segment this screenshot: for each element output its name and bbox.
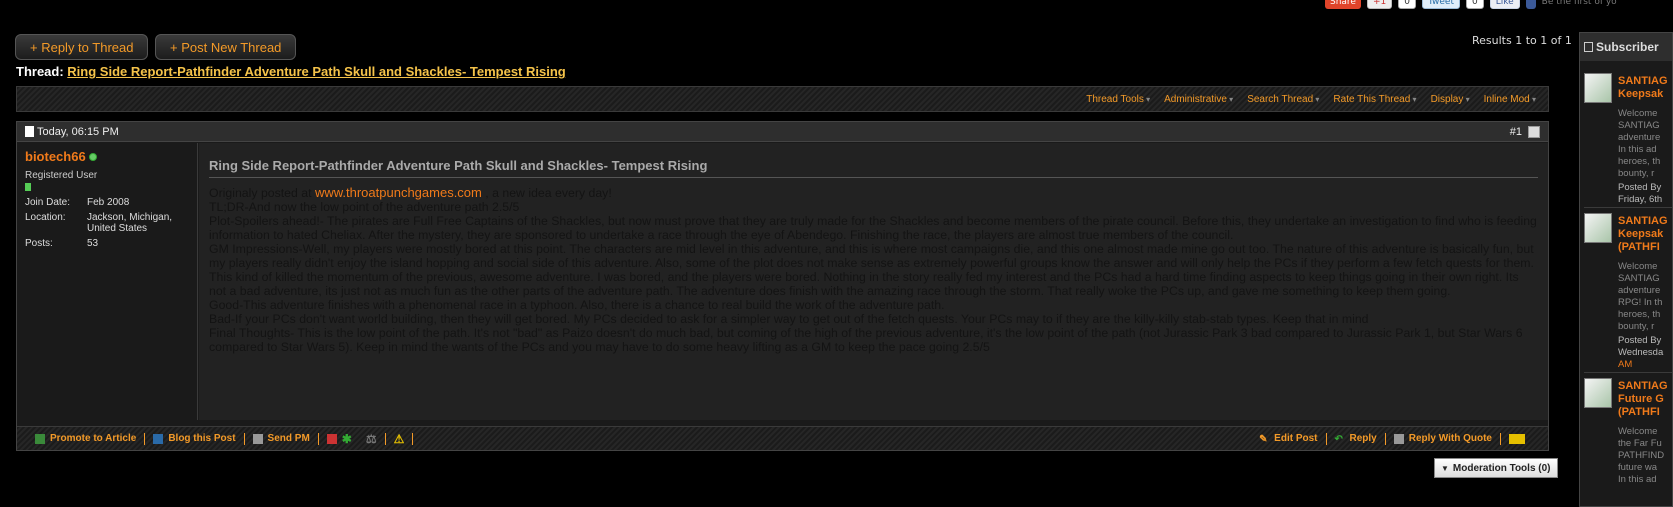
posts-label: Posts: <box>25 238 53 249</box>
post-container: Today, 06:15 PM #1 biotech66 Registered … <box>16 121 1549 451</box>
sidebar-divider <box>1584 372 1672 373</box>
gplus-button[interactable]: +1 <box>1366 0 1393 9</box>
article-thumbnail[interactable] <box>1584 213 1612 243</box>
post-header: Today, 06:15 PM #1 <box>17 122 1548 142</box>
reputation-star-icon[interactable]: ✱ <box>342 432 352 446</box>
article-excerpt: Welcome SANTIAG adventure RPG! In th her… <box>1618 261 1663 332</box>
promote-label: Promote to Article <box>50 433 137 444</box>
location-label: Location: <box>25 212 66 223</box>
like-hint: Be the first of yo <box>1541 0 1617 7</box>
thread-title-link[interactable]: Ring Side Report-Pathfinder Adventure Pa… <box>67 64 565 79</box>
gm-impressions-paragraph: GM Impressions-Well, my players were mos… <box>209 242 1534 298</box>
report-post-button[interactable]: ⚠ <box>386 431 414 446</box>
blog-icon <box>153 433 164 444</box>
location-value: Jackson, Michigan, United States <box>87 212 173 234</box>
tldr-paragraph: TL;DR-And now the low point of the adven… <box>209 200 520 214</box>
send-pm-label: Send PM <box>267 433 310 444</box>
bad-paragraph: Bad-If your PCs don't want world buildin… <box>209 312 1369 326</box>
moderation-tools-label: Moderation Tools (0) <box>1452 462 1551 474</box>
reply-arrow-icon: ↶ <box>1334 433 1343 445</box>
scales-icon[interactable]: ⚖ <box>366 432 377 446</box>
article-thumbnail[interactable] <box>1584 73 1612 103</box>
online-status-icon <box>88 152 97 161</box>
reply-label: Reply <box>1349 433 1377 444</box>
edit-post-button[interactable]: ✎ Edit Post <box>1251 432 1327 445</box>
promote-to-article-button[interactable]: Promote to Article <box>27 432 146 445</box>
join-date-value: Feb 2008 <box>87 197 130 208</box>
ip-icon <box>326 433 337 444</box>
inline-mod-checkbox[interactable] <box>1528 125 1540 138</box>
chevron-down-icon: ▼ <box>1441 463 1449 473</box>
thread-toolbar: Thread Tools Administrative Search Threa… <box>16 86 1549 112</box>
user-title: Registered User <box>25 170 98 181</box>
share-button[interactable]: Share <box>1325 0 1361 9</box>
pencil-icon: ✎ <box>1259 433 1268 445</box>
article-meta: Posted By Wednesda AM <box>1618 335 1664 370</box>
results-count: Results 1 to 1 of 1 <box>1472 34 1572 47</box>
reply-with-quote-label: Reply With Quote <box>1408 433 1492 444</box>
administrative-menu[interactable]: Administrative <box>1164 94 1233 105</box>
multi-quote-icon <box>1509 433 1525 444</box>
post-date: Today, 06:15 PM <box>37 125 119 138</box>
reputation-icon <box>25 183 31 191</box>
user-info-column: biotech66 Registered User Join Date: Feb… <box>17 143 198 420</box>
thread-heading: Thread: Ring Side Report-Pathfinder Adve… <box>16 64 566 79</box>
sidebar-header: Subscriber <box>1580 33 1672 61</box>
article-title-link[interactable]: SANTIAG Keepsak <box>1618 75 1672 101</box>
display-menu[interactable]: Display <box>1431 94 1470 105</box>
reply-with-quote-button[interactable]: Reply With Quote <box>1386 432 1501 445</box>
thread-prefix: Thread: <box>16 64 64 79</box>
tweet-count: 0 <box>1465 0 1484 9</box>
username-link[interactable]: biotech66 <box>25 149 86 164</box>
post-footer: Promote to Article Blog this Post Send P… <box>17 426 1548 450</box>
reply-to-thread-button[interactable]: + Reply to Thread <box>15 34 149 60</box>
post-title: Ring Side Report-Pathfinder Adventure Pa… <box>209 158 1538 178</box>
join-date-label: Join Date: <box>25 197 71 208</box>
collapse-icon[interactable] <box>1584 42 1593 52</box>
post-new-thread-button[interactable]: + Post New Thread <box>155 34 297 60</box>
gplus-count: 0 <box>1398 0 1416 9</box>
promote-icon <box>35 433 45 444</box>
posts-value: 53 <box>87 238 99 249</box>
sidebar-divider <box>1584 207 1672 208</box>
envelope-icon <box>252 433 263 444</box>
edit-post-label: Edit Post <box>1274 433 1318 444</box>
moderation-tools-button[interactable]: ▼ Moderation Tools (0) <box>1434 458 1558 478</box>
plot-paragraph: Plot-Spoilers ahead!- The pirates are Fu… <box>209 214 1537 242</box>
document-icon <box>25 126 34 137</box>
article-title-link[interactable]: SANTIAG Keepsak (PATHFI <box>1618 215 1672 254</box>
social-bar: Share +1 0 Tweet 0 Like Be the first of … <box>1325 0 1617 10</box>
inline-mod-menu[interactable]: Inline Mod <box>1484 94 1536 105</box>
article-thumbnail[interactable] <box>1584 378 1612 408</box>
warning-icon: ⚠ <box>393 431 405 446</box>
origin-site-link[interactable]: www.throatpunchgames.com <box>315 185 482 200</box>
ip-button[interactable]: ✱ ⚖ <box>319 432 386 446</box>
thread-tools-menu[interactable]: Thread Tools <box>1086 94 1150 105</box>
post-content: Ring Side Report-Pathfinder Adventure Pa… <box>199 143 1548 420</box>
article-excerpt: Welcome the Far Fu PATHFIND future wa In… <box>1618 426 1665 485</box>
post-number-link[interactable]: #1 <box>1510 126 1522 138</box>
quote-bubble-icon <box>1393 433 1404 444</box>
origin-suffix: , a new idea every day! <box>481 186 612 200</box>
rate-thread-menu[interactable]: Rate This Thread <box>1333 94 1416 105</box>
article-excerpt: Welcome SANTIAG adventure In this ad her… <box>1618 108 1661 179</box>
tweet-button[interactable]: Tweet <box>1422 0 1460 9</box>
sidebar-title: Subscriber <box>1596 40 1659 54</box>
article-meta: Posted By Friday, 6th <box>1618 182 1663 205</box>
reply-button[interactable]: ↶ Reply <box>1327 432 1386 445</box>
blog-label: Blog this Post <box>168 433 236 444</box>
blog-this-post-button[interactable]: Blog this Post <box>145 432 245 445</box>
final-thoughts-paragraph: Final Thoughts- This is the low point of… <box>209 326 1523 354</box>
facebook-like-button[interactable]: Like <box>1489 0 1520 9</box>
origin-prefix: Originaly posted at <box>209 186 315 200</box>
article-title-link[interactable]: SANTIAG Future G (PATHFI <box>1618 380 1672 419</box>
multi-quote-button[interactable] <box>1501 433 1538 445</box>
facebook-icon <box>1525 0 1536 9</box>
good-paragraph: Good-This adventure finishes with a phen… <box>209 298 945 312</box>
search-thread-menu[interactable]: Search Thread <box>1247 94 1319 105</box>
send-pm-button[interactable]: Send PM <box>245 432 319 445</box>
post-body: Originaly posted at www.throatpunchgames… <box>209 185 1538 355</box>
subscriber-sidebar: Subscriber SANTIAG Keepsak Welcome SANTI… <box>1579 32 1673 507</box>
